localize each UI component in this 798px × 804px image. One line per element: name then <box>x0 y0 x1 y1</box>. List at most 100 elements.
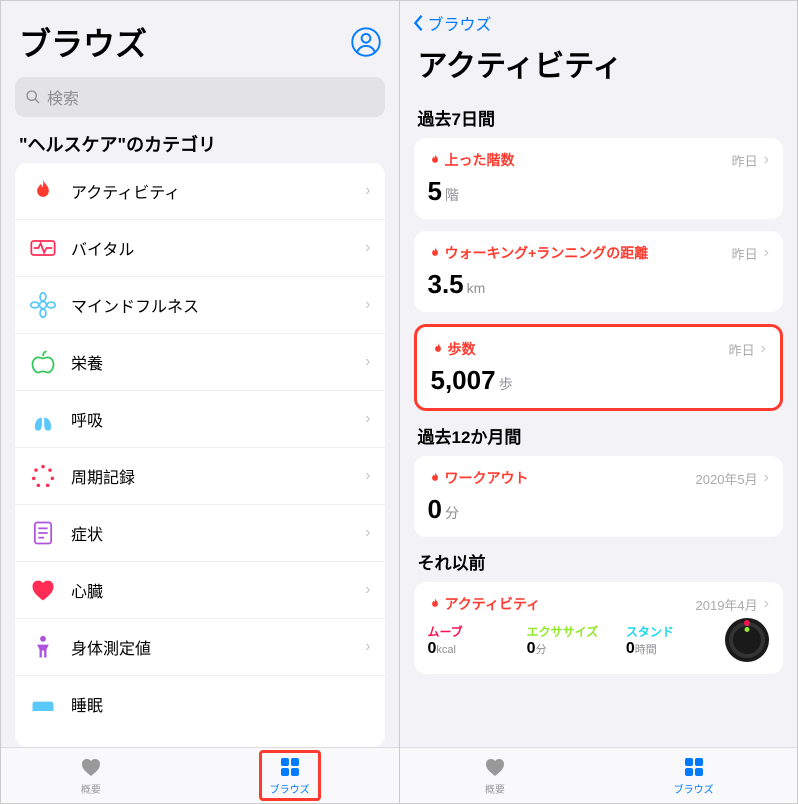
heart-icon <box>79 755 103 779</box>
row-label: 周期記録 <box>71 464 365 488</box>
exercise-value: 0 <box>527 640 536 657</box>
card-date: 2020年5月 <box>696 469 758 488</box>
card-value: 5 <box>428 176 442 207</box>
card-floors[interactable]: 上った階数 昨日 › 5階 <box>414 138 784 219</box>
row-label: アクティビティ <box>71 179 365 203</box>
search-placeholder: 検索 <box>47 85 79 109</box>
activity-rings-icon <box>725 618 769 662</box>
tab-label: ブラウズ <box>674 781 714 796</box>
card-title: 上った階数 <box>445 150 732 170</box>
card-unit: 歩 <box>499 374 513 394</box>
content-scroll: 過去7日間 上った階数 昨日 › 5階 ウォーキング+ランニングの距離 昨日 ›… <box>400 95 798 747</box>
section-before: それ以前 <box>418 549 780 574</box>
card-title: ワークアウト <box>445 468 696 488</box>
card-value: 5,007 <box>431 365 496 396</box>
page-title: ブラウズ <box>19 19 147 65</box>
chevron-right-icon: › <box>365 638 370 656</box>
card-date: 昨日 <box>729 340 755 359</box>
row-label: 呼吸 <box>71 407 365 431</box>
tab-label: 概要 <box>81 781 101 796</box>
row-sleep[interactable]: 睡眠 <box>15 676 385 732</box>
card-steps[interactable]: 歩数 昨日 › 5,007歩 <box>414 324 784 411</box>
chevron-left-icon <box>412 14 424 32</box>
card-value: 3.5 <box>428 269 464 300</box>
exercise-label: エクササイズ <box>527 623 614 640</box>
back-button[interactable]: ブラウズ <box>400 1 798 37</box>
tab-bar: 概要 ブラウズ <box>1 747 399 803</box>
section-12months: 過去12か月間 <box>418 423 780 448</box>
chevron-right-icon: › <box>764 469 769 487</box>
card-value: 0 <box>428 494 442 525</box>
body-icon <box>29 633 57 661</box>
heart-icon <box>29 576 57 604</box>
card-title: 歩数 <box>448 339 729 359</box>
row-label: 症状 <box>71 521 365 545</box>
card-date: 昨日 <box>732 244 758 263</box>
row-activity[interactable]: アクティビティ › <box>15 163 385 220</box>
move-label: ムーブ <box>428 623 515 640</box>
tab-browse[interactable]: ブラウズ <box>674 755 714 796</box>
tab-label: 概要 <box>485 781 505 796</box>
card-title: ウォーキング+ランニングの距離 <box>445 243 732 263</box>
row-vitals[interactable]: バイタル › <box>15 220 385 277</box>
header: ブラウズ <box>1 1 399 71</box>
category-list: アクティビティ › バイタル › マインドフルネス › 栄養 › 呼吸 › 周期… <box>15 163 385 747</box>
chevron-right-icon: › <box>365 182 370 200</box>
row-heart[interactable]: 心臓 › <box>15 562 385 619</box>
row-respiratory[interactable]: 呼吸 › <box>15 391 385 448</box>
grid-icon <box>278 755 302 779</box>
mindfulness-icon <box>29 291 57 319</box>
card-date: 2019年4月 <box>696 595 758 614</box>
card-unit: km <box>467 280 486 296</box>
stand-value: 0 <box>626 640 635 657</box>
cycle-icon <box>29 462 57 490</box>
chevron-right-icon: › <box>365 410 370 428</box>
page-title: アクティビティ <box>400 37 798 95</box>
chevron-right-icon: › <box>761 340 766 358</box>
chevron-right-icon: › <box>365 353 370 371</box>
flame-icon <box>428 153 442 167</box>
chevron-right-icon: › <box>764 595 769 613</box>
chevron-right-icon: › <box>365 524 370 542</box>
chevron-right-icon: › <box>365 581 370 599</box>
chevron-right-icon: › <box>365 296 370 314</box>
row-label: 栄養 <box>71 350 365 374</box>
tab-summary[interactable]: 概要 <box>79 755 103 796</box>
search-icon <box>25 89 41 105</box>
right-phone-activity: ブラウズ アクティビティ 過去7日間 上った階数 昨日 › 5階 ウォーキング+… <box>400 0 798 804</box>
flame-icon <box>431 342 445 356</box>
row-label: 身体測定値 <box>71 635 365 659</box>
card-unit: 階 <box>445 185 459 205</box>
tab-bar: 概要 ブラウズ <box>400 747 798 803</box>
flame-icon <box>428 597 442 611</box>
heart-icon <box>483 755 507 779</box>
row-nutrition[interactable]: 栄養 › <box>15 334 385 391</box>
exercise-unit: 分 <box>536 644 547 656</box>
stand-unit: 時間 <box>635 644 657 656</box>
tab-summary[interactable]: 概要 <box>483 755 507 796</box>
flame-icon <box>29 177 57 205</box>
row-mindfulness[interactable]: マインドフルネス › <box>15 277 385 334</box>
row-label: 心臓 <box>71 578 365 602</box>
card-workout[interactable]: ワークアウト 2020年5月 › 0分 <box>414 456 784 537</box>
chevron-right-icon: › <box>764 151 769 169</box>
card-title: アクティビティ <box>445 594 696 614</box>
row-label: バイタル <box>71 236 365 260</box>
row-symptoms[interactable]: 症状 › <box>15 505 385 562</box>
chevron-right-icon: › <box>365 467 370 485</box>
chevron-right-icon: › <box>365 239 370 257</box>
row-cycle[interactable]: 周期記録 › <box>15 448 385 505</box>
lungs-icon <box>29 405 57 433</box>
section-7days: 過去7日間 <box>418 105 780 130</box>
flame-icon <box>428 471 442 485</box>
search-input[interactable]: 検索 <box>15 77 385 117</box>
card-activity-rings[interactable]: アクティビティ 2019年4月 › ムーブ 0kcal エクササイズ 0分 スタ… <box>414 582 784 674</box>
left-phone-browse: ブラウズ 検索 "ヘルスケア"のカテゴリ アクティビティ › バイタル › マイ… <box>0 0 400 804</box>
vitals-icon <box>29 234 57 262</box>
tab-browse[interactable]: ブラウズ <box>259 750 321 801</box>
card-distance[interactable]: ウォーキング+ランニングの距離 昨日 › 3.5km <box>414 231 784 312</box>
move-unit: kcal <box>436 644 456 656</box>
row-body[interactable]: 身体測定値 › <box>15 619 385 676</box>
profile-icon[interactable] <box>351 27 381 57</box>
chevron-right-icon: › <box>764 244 769 262</box>
